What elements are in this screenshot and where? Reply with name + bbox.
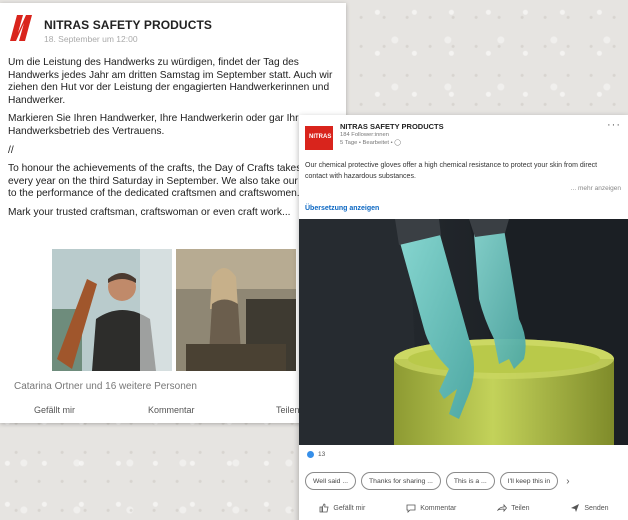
share-button[interactable]: Teilen xyxy=(497,503,530,513)
thumbs-up-icon xyxy=(320,503,329,513)
like-reaction-icon xyxy=(307,451,314,458)
suggested-comment-chip[interactable]: Well said ... xyxy=(305,472,357,490)
post-paragraph: Mark your trusted craftsman, craftswoman… xyxy=(8,206,291,218)
post-paragraph: Markieren Sie Ihren Handwerker, Ihre Han… xyxy=(8,113,310,137)
facebook-post: NITRAS SAFETY PRODUCTS 18. September um … xyxy=(0,3,346,423)
chevron-right-icon[interactable]: › xyxy=(566,476,569,487)
post-paragraph: // xyxy=(8,144,14,156)
post-meta: 5 Tage • Bearbeitet • ◯ xyxy=(340,140,401,146)
send-button[interactable]: Senden xyxy=(570,503,609,513)
share-arrow-icon xyxy=(497,503,508,513)
send-icon xyxy=(571,504,580,512)
comment-button[interactable]: Kommentar xyxy=(148,405,195,415)
like-count[interactable]: 13 xyxy=(307,451,325,458)
post-paragraph: To honour the achievements of the crafts… xyxy=(8,163,334,200)
like-button[interactable]: Gefällt mir xyxy=(319,503,365,513)
suggested-comment-chip[interactable]: I'll keep this in xyxy=(499,472,559,490)
post-photos xyxy=(52,249,296,371)
post-header: NITRAS SAFETY PRODUCTS 18. September um … xyxy=(8,13,212,44)
share-button[interactable]: Teilen xyxy=(276,405,300,415)
comment-icon xyxy=(406,504,416,513)
suggested-comment-chip[interactable]: Thanks for sharing ... xyxy=(361,472,441,490)
post-timestamp[interactable]: 18. September um 12:00 xyxy=(44,34,212,44)
show-more-link[interactable]: ... mehr anzeigen xyxy=(571,185,621,192)
linkedin-post: NITRAS NITRAS SAFETY PRODUCTS 184 Follow… xyxy=(299,115,628,520)
comment-button[interactable]: Kommentar xyxy=(406,503,456,513)
show-translation-link[interactable]: Übersetzung anzeigen xyxy=(305,205,379,212)
nitras-logo[interactable]: NITRAS xyxy=(305,126,333,150)
craftsman-photo[interactable] xyxy=(52,249,172,371)
suggested-comment-chip[interactable]: This is a ... xyxy=(445,472,495,490)
post-text: Our chemical protective gloves offer a h… xyxy=(305,162,598,180)
post-header: NITRAS NITRAS SAFETY PRODUCTS 184 Follow… xyxy=(305,122,444,150)
reactions-summary[interactable]: Catarina Ortner und 16 weitere Personen xyxy=(14,381,197,392)
like-button[interactable]: Gefällt mir xyxy=(34,405,75,415)
craftswoman-photo[interactable] xyxy=(176,249,296,371)
suggested-comments: Well said ... Thanks for sharing ... Thi… xyxy=(305,472,570,490)
follower-count: 184 Follower:innen xyxy=(340,132,389,138)
company-name[interactable]: NITRAS SAFETY PRODUCTS xyxy=(44,18,212,32)
more-options-icon[interactable]: ··· xyxy=(607,119,621,131)
nitras-logo[interactable] xyxy=(8,13,34,43)
post-actions: Gefällt mir Kommentar Teilen Senden xyxy=(299,503,628,513)
gloves-photo[interactable] xyxy=(299,219,628,445)
post-text: Um die Leistung des Handwerks zu würdige… xyxy=(8,57,344,226)
post-paragraph: Um die Leistung des Handwerks zu würdige… xyxy=(8,57,333,106)
company-name[interactable]: NITRAS SAFETY PRODUCTS xyxy=(340,122,444,131)
globe-icon: ◯ xyxy=(394,140,401,146)
